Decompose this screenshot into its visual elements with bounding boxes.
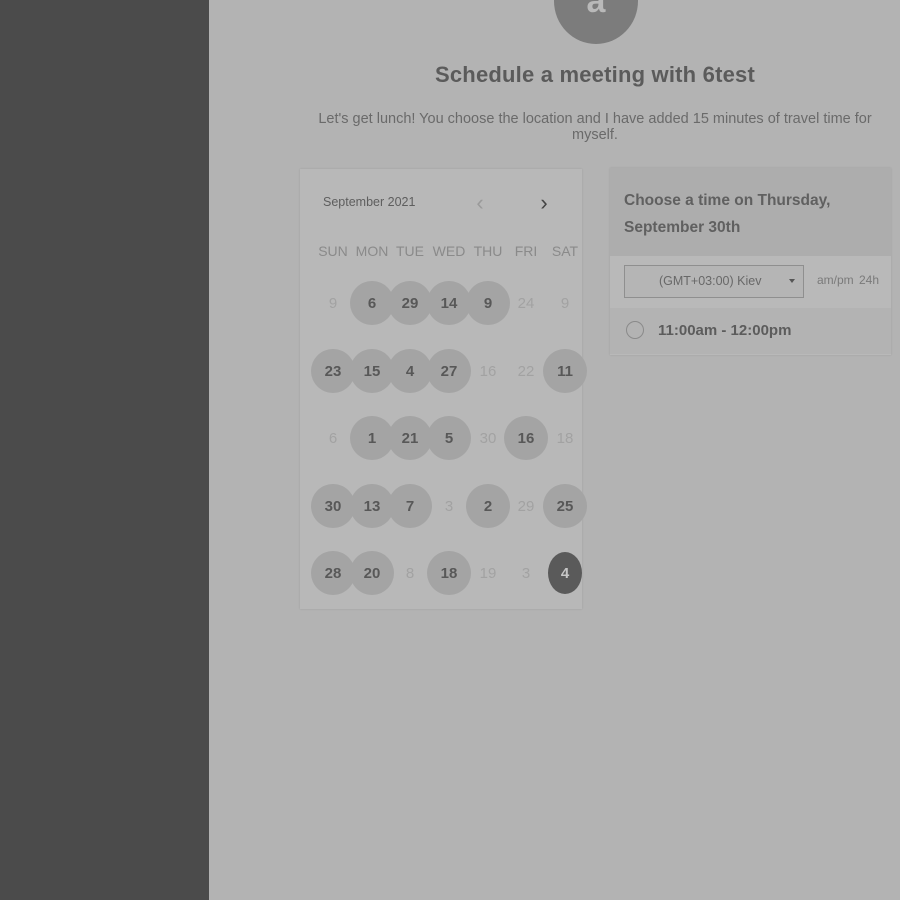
chevron-left-icon[interactable]: ‹ — [466, 189, 494, 217]
weekday-label: THU — [473, 243, 503, 259]
available-day[interactable]: 18 — [427, 551, 471, 595]
date-picker-calendar: September 2021 ‹ › SUN MON TUE WED THU FRI SAT… — [300, 169, 587, 609]
unavailable-day: 24 — [517, 294, 535, 312]
time-heading: Choose a time on Thursday, September 30t… — [624, 192, 831, 236]
available-day[interactable]: 16 — [504, 416, 548, 460]
unavailable-day: 9 — [328, 294, 338, 312]
ampm-format-toggle[interactable]: am/pm — [817, 273, 854, 287]
available-day[interactable]: 30 — [311, 484, 355, 528]
weekday-label: FRI — [514, 243, 538, 259]
unavailable-day: 18 — [556, 429, 574, 447]
available-day[interactable]: 28 — [311, 551, 355, 595]
page-title: Schedule a meeting with 6test — [435, 62, 755, 87]
unavailable-day: 22 — [517, 362, 535, 380]
available-day[interactable]: 14 — [427, 281, 471, 325]
24h-format-toggle[interactable]: 24h — [859, 273, 879, 287]
unavailable-day: 3 — [521, 564, 531, 582]
unavailable-day: 29 — [517, 497, 535, 515]
caret-down-icon — [789, 279, 795, 283]
weekday-label: WED — [432, 243, 466, 259]
meeting-description: Let's get lunch! You choose the location… — [318, 111, 872, 143]
available-day[interactable]: 29 — [388, 281, 432, 325]
time-slot-label: 11:00am - 12:00pm — [658, 322, 792, 339]
month-label: September 2021 — [323, 195, 416, 209]
weekday-label: MON — [355, 243, 389, 259]
time-selection-panel: Choose a time on Thursday, September 30t… — [610, 168, 891, 355]
available-day[interactable]: 7 — [388, 484, 432, 528]
time-slot[interactable]: 11:00am - 12:00pm — [610, 308, 891, 354]
radio-circle-icon[interactable] — [626, 321, 644, 339]
left-sidebar — [0, 0, 209, 900]
timezone-select[interactable]: (GMT+03:00) Kiev — [624, 265, 804, 298]
time-panel-header: Choose a time on Thursday, September 30t… — [610, 168, 891, 256]
weekday-header-row: SUN MON TUE WED THU FRI SAT — [313, 243, 583, 263]
available-day[interactable]: 27 — [427, 349, 471, 393]
unavailable-day: 6 — [328, 429, 338, 447]
unavailable-day: 9 — [560, 294, 570, 312]
timezone-value: (GMT+03:00) Kiev — [659, 274, 762, 288]
available-day[interactable]: 11 — [543, 349, 587, 393]
available-day[interactable]: 21 — [388, 416, 432, 460]
weekday-label: SUN — [318, 243, 348, 259]
available-day[interactable]: 25 — [543, 484, 587, 528]
unavailable-day: 3 — [444, 497, 454, 515]
available-day[interactable]: 23 — [311, 349, 355, 393]
calendar-header: September 2021 ‹ › — [300, 169, 582, 239]
available-day[interactable]: 4 — [388, 349, 432, 393]
weekday-label: TUE — [396, 243, 424, 259]
available-day[interactable]: 5 — [427, 416, 471, 460]
weekday-label: SAT — [551, 243, 579, 259]
chevron-right-icon[interactable]: › — [530, 189, 558, 217]
selected-day[interactable]: 4 — [548, 552, 582, 594]
unavailable-day: 8 — [405, 564, 415, 582]
